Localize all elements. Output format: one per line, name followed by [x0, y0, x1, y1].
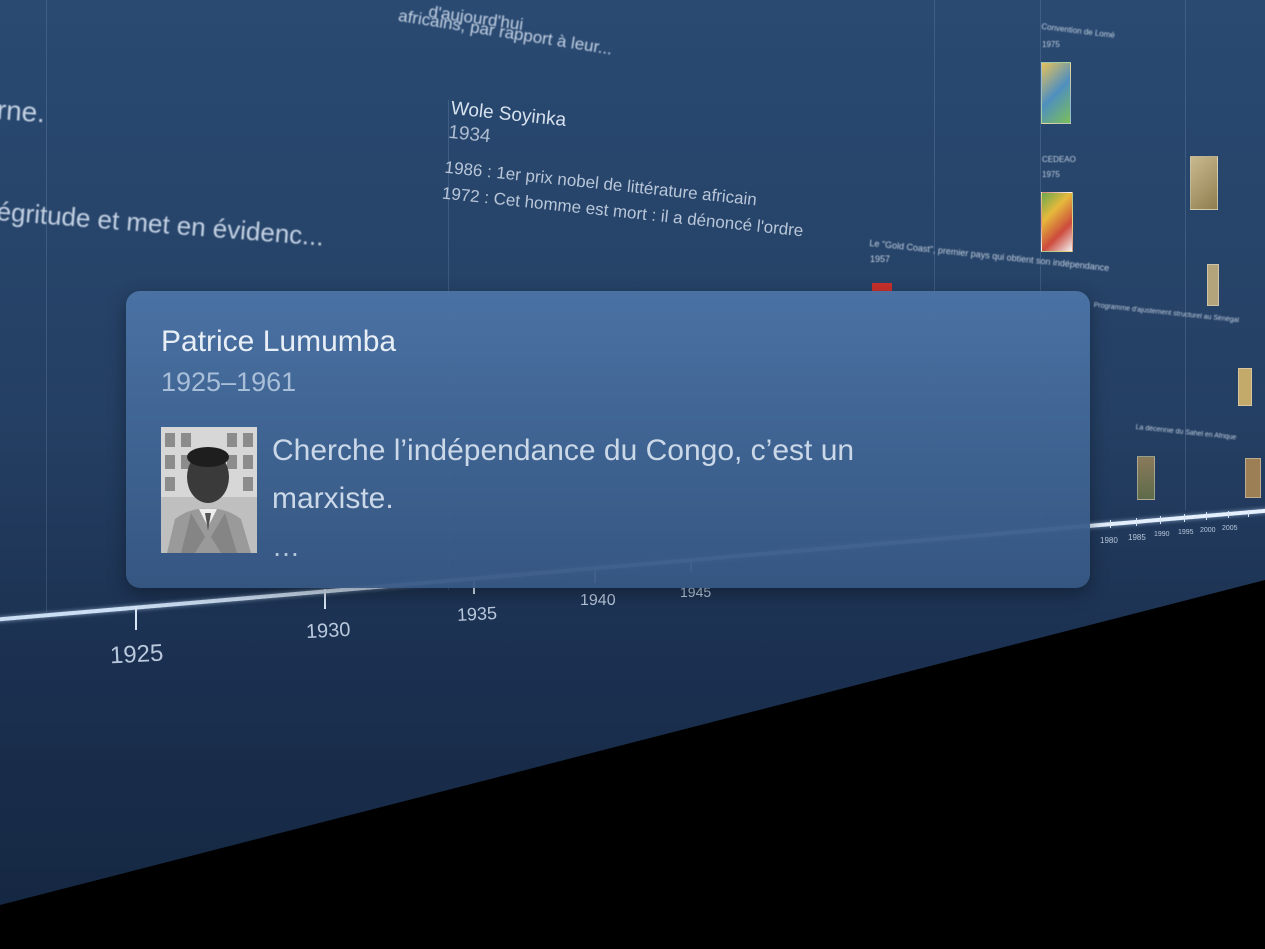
photo-thumbnail[interactable]: [1238, 368, 1252, 406]
photo-thumbnail[interactable]: [1207, 264, 1219, 306]
portrait-photo-icon[interactable]: [161, 427, 257, 553]
axis-year-label: 1995: [1178, 529, 1194, 536]
axis-year-label: 1935: [456, 602, 498, 626]
map-thumbnail[interactable]: [1041, 62, 1071, 124]
event-title[interactable]: CEDEAO: [1042, 155, 1076, 164]
photo-thumbnail[interactable]: [1137, 456, 1155, 500]
axis-year-label: 2000: [1200, 527, 1216, 534]
axis-tick: [1160, 516, 1161, 524]
axis-tick: [1206, 512, 1207, 520]
axis-year-label: 1940: [580, 592, 616, 609]
bg-event-text: rne.: [0, 94, 47, 129]
era-divider: [46, 0, 47, 612]
axis-tick: [1110, 520, 1111, 528]
axis-year-label: 1985: [1128, 533, 1146, 542]
event-card-soyinka[interactable]: Wole Soyinka 1934 1986 : 1er prix nobel …: [441, 98, 813, 241]
axis-year-label: 2005: [1222, 525, 1238, 532]
event-year: 1957: [870, 254, 891, 264]
axis-year-label: 1930: [305, 618, 352, 644]
photo-thumbnail[interactable]: [1190, 156, 1218, 210]
event-title[interactable]: Convention de Lomé: [1041, 22, 1115, 40]
axis-tick: [324, 589, 326, 609]
axis-tick: [1248, 510, 1249, 517]
event-title[interactable]: Le "Gold Coast", premier pays qui obtien…: [869, 238, 1110, 273]
bg-event-text: égritude et met en évidenc...: [0, 196, 326, 252]
axis-year-label: 1990: [1154, 531, 1170, 538]
timeline-view[interactable]: d'aujourd'hui africains, par rapport à l…: [0, 0, 1265, 949]
axis-year-label: 1980: [1100, 536, 1118, 545]
axis-tick: [1184, 514, 1185, 522]
axis-tick: [135, 606, 137, 630]
event-year: 1975: [1042, 40, 1060, 49]
portrait-photo-icon-graphic: [161, 427, 257, 553]
card-title: Patrice Lumumba: [161, 325, 397, 358]
axis-tick: [1136, 518, 1137, 526]
card-description: Cherche l’indépendance du Congo, c’est u…: [272, 434, 855, 515]
more-ellipsis[interactable]: …: [272, 531, 302, 563]
card-dates: 1925–1961: [161, 367, 297, 397]
axis-tick: [1228, 511, 1229, 518]
map-thumbnail[interactable]: [1041, 192, 1073, 252]
photo-thumbnail[interactable]: [1245, 458, 1261, 498]
person-detail-card[interactable]: Patrice Lumumba 1925–1961 Cherche l’indé…: [126, 291, 1090, 588]
event-year: 1975: [1042, 170, 1060, 179]
axis-year-label: 1925: [109, 639, 165, 670]
